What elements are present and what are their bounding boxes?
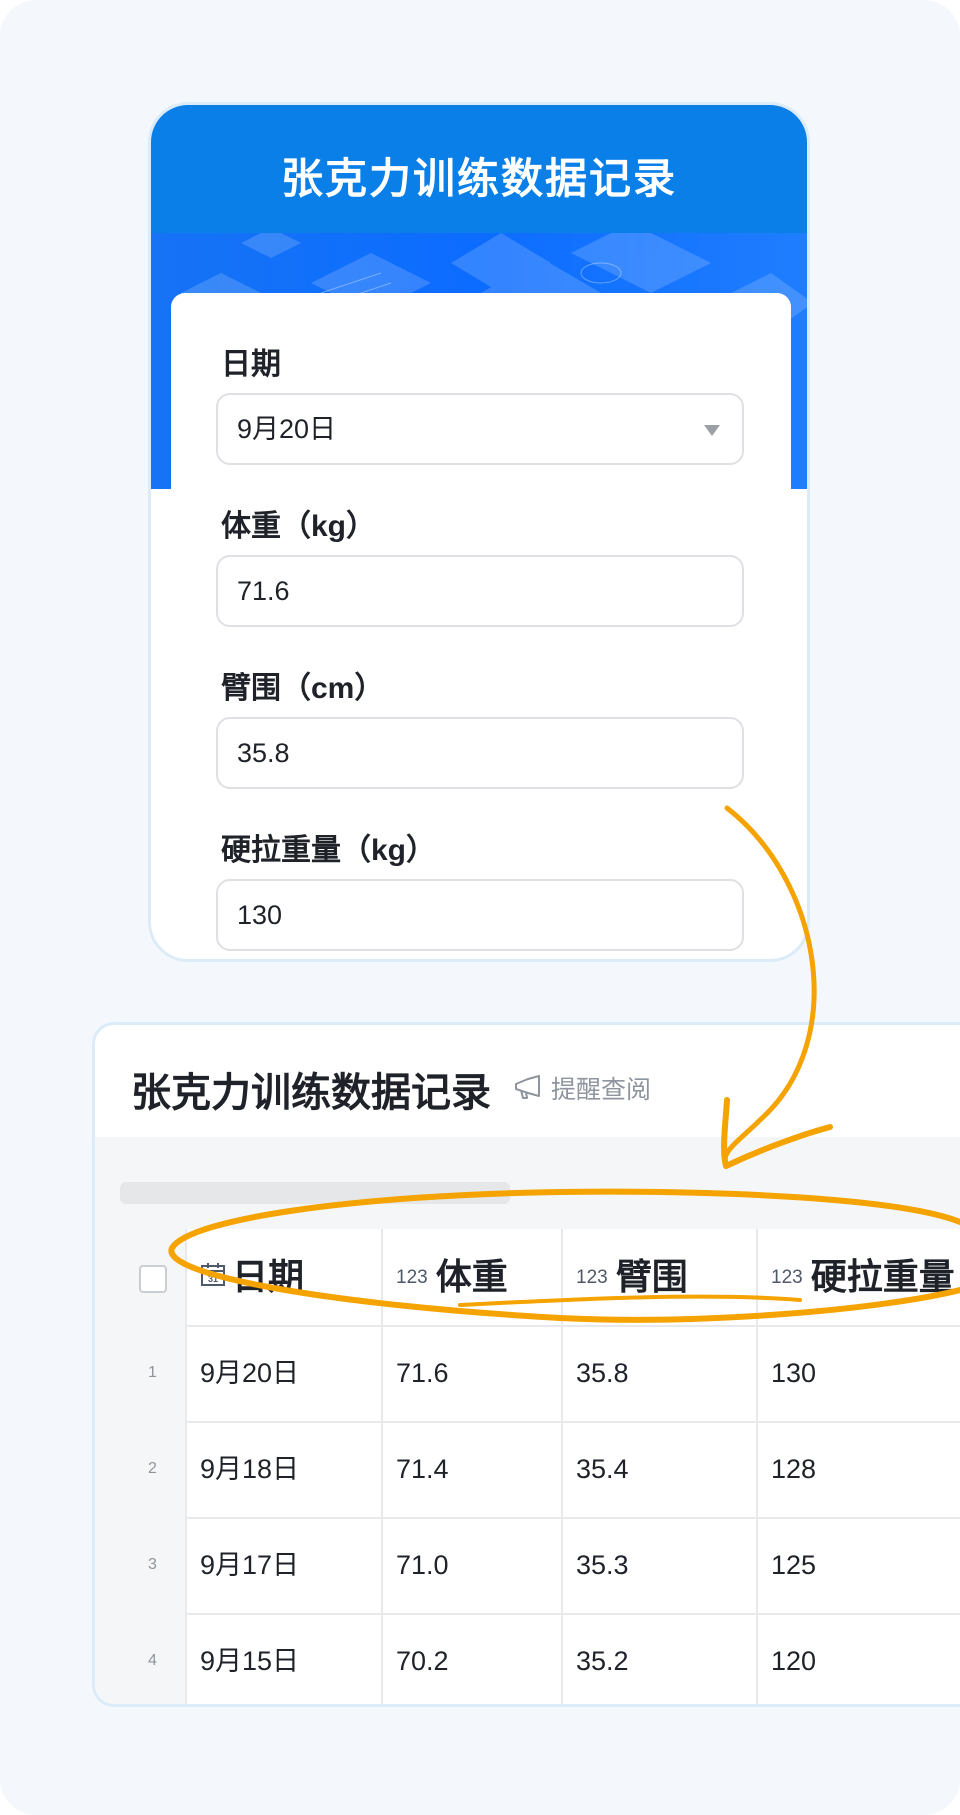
column-header-arm[interactable]: 123 臂围	[561, 1229, 756, 1325]
cell-deadlift[interactable]: 120	[756, 1613, 960, 1704]
remind-label: 提醒查阅	[551, 1076, 652, 1104]
cell-arm[interactable]: 35.8	[561, 1325, 756, 1421]
column-label-arm: 臂围	[615, 1256, 688, 1297]
row-index: 2	[120, 1421, 185, 1517]
table-area: 31 日期 123 体重 123 臂围 123 硬拉重量 1 9月20日 71.6 3…	[95, 1137, 960, 1704]
date-field-label: 日期	[221, 348, 281, 381]
cell-weight[interactable]: 71.4	[381, 1421, 561, 1517]
table-row[interactable]: 1 9月20日 71.6 35.8 130	[120, 1325, 960, 1423]
chevron-down-icon	[704, 425, 720, 436]
cell-date[interactable]: 9月15日	[185, 1613, 381, 1704]
column-label-weight: 体重	[435, 1256, 508, 1297]
table-row[interactable]: 4 9月15日 70.2 35.2 120	[120, 1613, 960, 1704]
column-label-deadlift: 硬拉重量	[810, 1256, 955, 1297]
cell-date[interactable]: 9月20日	[185, 1325, 381, 1421]
column-header-weight[interactable]: 123 体重	[381, 1229, 561, 1325]
number-icon: 123	[396, 1267, 428, 1288]
form-title: 张克力训练数据记录	[280, 155, 677, 202]
cell-date[interactable]: 9月17日	[185, 1517, 381, 1613]
weight-input[interactable]: 71.6	[216, 555, 744, 627]
table-card: 张克力训练数据记录 提醒查阅 31 日期 123 体重 123 臂围 123 硬…	[92, 1022, 960, 1707]
arm-input[interactable]: 35.8	[216, 717, 744, 789]
cell-arm[interactable]: 35.4	[561, 1421, 756, 1517]
row-index: 4	[120, 1613, 185, 1704]
cell-deadlift[interactable]: 128	[756, 1421, 960, 1517]
cell-weight[interactable]: 70.2	[381, 1613, 561, 1704]
deadlift-field-label: 硬拉重量（kg）	[221, 834, 437, 867]
megaphone-icon	[515, 1075, 540, 1099]
weight-field-label: 体重（kg）	[221, 510, 377, 543]
table-row[interactable]: 3 9月17日 71.0 35.3 125	[120, 1517, 960, 1615]
row-index: 3	[120, 1517, 185, 1613]
number-icon: 123	[576, 1267, 608, 1288]
cell-deadlift[interactable]: 125	[756, 1517, 960, 1613]
date-select[interactable]: 9月20日	[216, 393, 744, 465]
number-icon: 123	[771, 1267, 803, 1288]
cell-weight[interactable]: 71.6	[381, 1325, 561, 1421]
deadlift-input[interactable]: 130	[216, 879, 744, 951]
form-card: 张克力训练数据记录 日期 9月20日 体重（kg） 71.6 臂围（cm） 35…	[148, 102, 810, 962]
form-body: 日期 9月20日 体重（kg） 71.6 臂围（cm） 35.8 硬拉重量（kg…	[171, 293, 791, 959]
row-index: 1	[120, 1325, 185, 1421]
arm-field-label: 臂围（cm）	[221, 672, 385, 705]
svg-text:31: 31	[208, 1274, 218, 1284]
column-label-date: 日期	[232, 1256, 305, 1297]
column-header-deadlift[interactable]: 123 硬拉重量	[756, 1229, 960, 1325]
cell-weight[interactable]: 71.0	[381, 1517, 561, 1613]
data-grid: 31 日期 123 体重 123 臂围 123 硬拉重量 1 9月20日 71.6 3…	[120, 1229, 960, 1704]
table-title: 张克力训练数据记录	[131, 1071, 491, 1115]
cell-deadlift[interactable]: 130	[756, 1325, 960, 1421]
table-header-row: 31 日期 123 体重 123 臂围 123 硬拉重量	[120, 1229, 960, 1327]
cell-date[interactable]: 9月18日	[185, 1421, 381, 1517]
table-row[interactable]: 2 9月18日 71.4 35.4 128	[120, 1421, 960, 1519]
form-header: 张克力训练数据记录	[151, 105, 807, 233]
cell-arm[interactable]: 35.3	[561, 1517, 756, 1613]
remind-button[interactable]: 提醒查阅	[513, 1071, 651, 1105]
search-bar-placeholder[interactable]	[120, 1182, 510, 1204]
select-all-checkbox[interactable]	[138, 1265, 167, 1294]
calendar-icon: 31	[201, 1263, 225, 1286]
cell-arm[interactable]: 35.2	[561, 1613, 756, 1704]
select-all-cell[interactable]	[120, 1229, 185, 1325]
column-header-date[interactable]: 31 日期	[185, 1229, 381, 1325]
date-select-value: 9月20日	[237, 414, 337, 444]
